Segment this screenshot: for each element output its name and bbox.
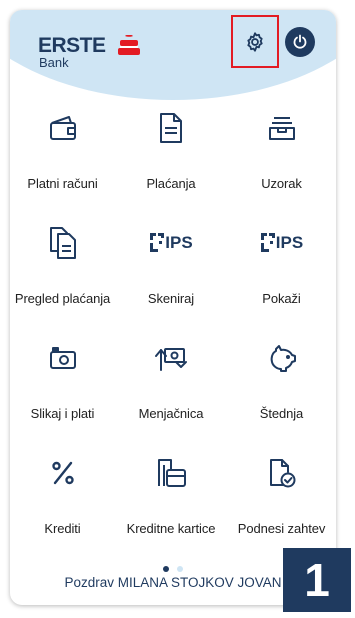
- tile-payment-accounts[interactable]: Platni računi: [10, 110, 115, 225]
- tile-label: Plaćanja: [146, 176, 196, 191]
- tile-payment-overview[interactable]: Pregled plaćanja: [10, 225, 115, 340]
- tray-icon: [264, 110, 300, 146]
- tile-label: Menjačnica: [138, 406, 204, 421]
- tile-scan[interactable]: IPS Skeniraj: [115, 225, 227, 340]
- credit-card-icon: [153, 455, 189, 491]
- documents-stack-icon: [45, 225, 81, 261]
- tile-label: Skeniraj: [147, 291, 195, 306]
- percent-icon: [45, 455, 81, 491]
- step-number-badge: 1: [283, 548, 351, 612]
- tile-loans[interactable]: Krediti: [10, 455, 115, 570]
- wallet-icon: [45, 110, 81, 146]
- tile-label: Kreditne kartice: [126, 521, 216, 536]
- logout-button[interactable]: [285, 27, 315, 57]
- gear-icon: [247, 31, 263, 52]
- power-icon: [293, 34, 307, 49]
- tile-payments[interactable]: Plaćanja: [115, 110, 227, 225]
- tile-show[interactable]: IPS Pokaži: [227, 225, 336, 340]
- ips-scan-icon: IPS: [145, 225, 197, 261]
- exchange-icon: [153, 340, 189, 376]
- page-dot-active[interactable]: [162, 566, 169, 572]
- tile-exchange[interactable]: Menjačnica: [115, 340, 227, 455]
- tile-label: Pregled plaćanja: [14, 291, 111, 306]
- tile-credit-cards[interactable]: Kreditne kartice: [115, 455, 227, 570]
- tile-label: Pokaži: [262, 291, 301, 306]
- tile-label: Krediti: [44, 521, 81, 536]
- logo-subtitle: Bank: [39, 55, 69, 70]
- menu-grid: Platni računi Plaćanja Uzorak Pregled pl…: [10, 110, 336, 570]
- settings-button[interactable]: [231, 15, 279, 68]
- ips-badge: IPS: [275, 233, 304, 252]
- tile-label: Uzorak: [261, 176, 302, 191]
- tile-templates[interactable]: Uzorak: [227, 110, 336, 225]
- tile-snap-and-pay[interactable]: Slikaj i plati: [10, 340, 115, 455]
- camera-icon: [45, 340, 81, 376]
- piggy-bank-icon: [264, 340, 300, 376]
- tile-label: Podnesi zahtev: [237, 521, 326, 536]
- tile-label: Platni računi: [27, 176, 98, 191]
- ips-show-icon: IPS: [256, 225, 308, 261]
- tile-label: Slikaj i plati: [30, 406, 95, 421]
- page-dot[interactable]: [177, 566, 184, 572]
- ips-badge: IPS: [165, 233, 193, 252]
- home-card: ERSTE Bank Platni računi Plaćanja Uzorak…: [10, 10, 336, 605]
- document-check-icon: [264, 455, 300, 491]
- tile-savings[interactable]: Štednja: [227, 340, 336, 455]
- document-icon: [153, 110, 189, 146]
- logo-mark-icon: [118, 35, 140, 55]
- tile-label: Štednja: [259, 406, 304, 421]
